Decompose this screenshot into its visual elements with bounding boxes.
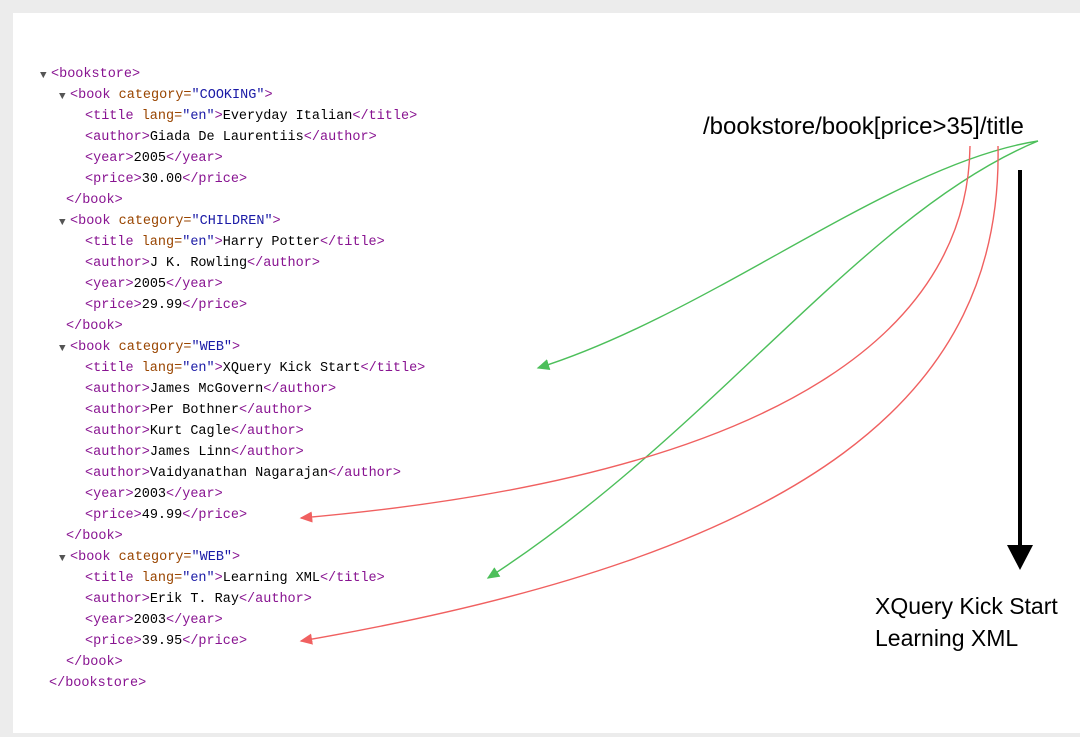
diagram-panel: ▼ <bookstore> ▼ <book category="COOKING"> <t… bbox=[13, 13, 1080, 733]
red-arrow-price-4999 bbox=[299, 145, 971, 523]
arrow-layer bbox=[299, 140, 1039, 645]
green-arrow-title-xquery bbox=[536, 140, 1039, 370]
red-arrow-price-3995 bbox=[299, 145, 999, 645]
green-arrow-title-learningxml bbox=[486, 140, 1039, 579]
result-arrow-head bbox=[1007, 545, 1033, 570]
